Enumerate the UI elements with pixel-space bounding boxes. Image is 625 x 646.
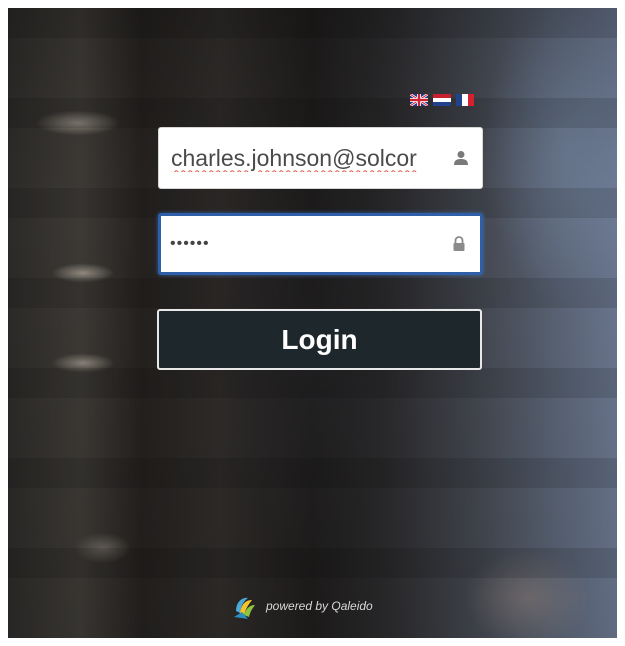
email-field bbox=[158, 127, 483, 189]
password-field bbox=[158, 213, 483, 275]
login-button[interactable]: Login bbox=[157, 309, 482, 370]
login-screen: Login powered by Qaleido bbox=[8, 8, 617, 638]
netherlands-flag-icon[interactable] bbox=[433, 94, 451, 106]
uk-flag-icon[interactable] bbox=[410, 94, 428, 106]
password-input[interactable] bbox=[161, 235, 448, 253]
user-icon bbox=[450, 147, 472, 169]
qaleido-logo-icon bbox=[234, 597, 255, 619]
language-selector bbox=[410, 94, 474, 106]
powered-by: powered by Qaleido bbox=[230, 591, 373, 621]
email-input[interactable] bbox=[159, 144, 450, 172]
france-flag-icon[interactable] bbox=[456, 94, 474, 106]
powered-by-text: powered by Qaleido bbox=[266, 599, 373, 613]
lock-icon bbox=[448, 233, 470, 255]
